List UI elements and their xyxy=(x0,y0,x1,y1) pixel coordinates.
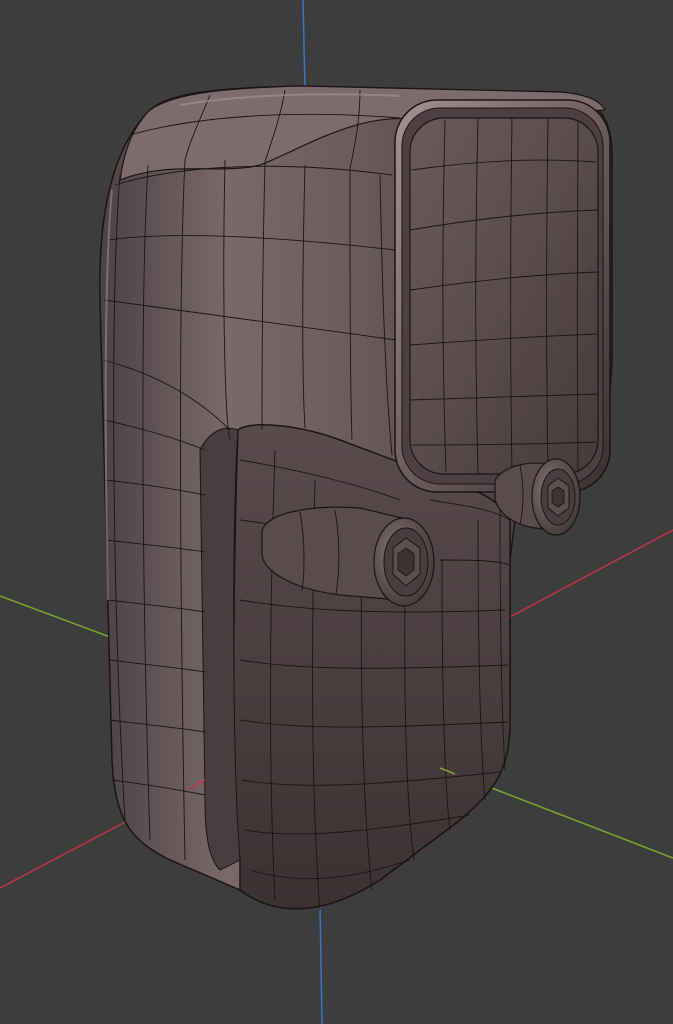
model-mesh[interactable] xyxy=(99,85,613,911)
model-side-recess xyxy=(199,427,241,871)
z-axis-line-bottom xyxy=(319,904,323,1024)
x-axis-line-right xyxy=(509,529,673,618)
3d-viewport[interactable] xyxy=(0,0,673,1024)
z-axis-line xyxy=(302,0,306,91)
screen-panel xyxy=(409,117,599,475)
y-axis-line-left xyxy=(0,595,119,641)
viewport-canvas[interactable] xyxy=(0,0,673,1024)
